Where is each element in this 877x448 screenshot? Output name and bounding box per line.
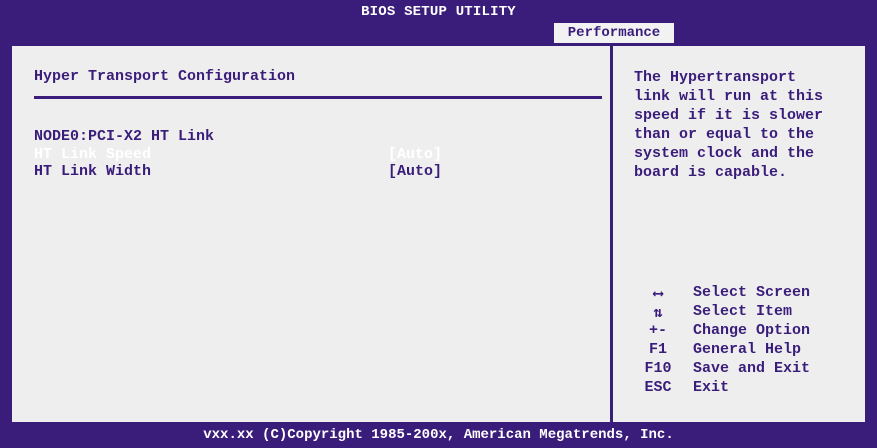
setting-value[interactable]: [Auto] (388, 146, 442, 163)
copyright-footer: vxx.xx (C)Copyright 1985-200x, American … (203, 427, 674, 443)
setting-ht-link-width[interactable]: HT Link Width [Auto] (34, 163, 594, 181)
key-description: Select Item (693, 303, 793, 320)
key-row-exit: ESC Exit (637, 379, 867, 398)
key-label: +- (648, 322, 667, 339)
left-right-arrow-icon: ⟷ (653, 286, 663, 303)
key-row-save-exit: F10 Save and Exit (637, 360, 867, 379)
bios-title: BIOS SETUP UTILITY (361, 4, 516, 20)
key-row-change-option: +- Change Option (637, 322, 867, 341)
key-label: F10 (644, 360, 672, 377)
up-down-arrow-icon: ⇅ (653, 305, 663, 322)
key-description: Select Screen (693, 284, 811, 301)
key-row-select-item: ⇅ Select Item (637, 303, 867, 322)
key-row-general-help: F1 General Help (637, 341, 867, 360)
key-label: F1 (648, 341, 667, 358)
pane-divider (610, 46, 613, 422)
key-label: ESC (644, 379, 672, 396)
key-legend: ⟷ Select Screen ⇅ Select Item +- Change … (637, 284, 867, 398)
node-label: NODE0:PCI-X2 HT Link (34, 128, 215, 145)
setting-label: HT Link Width (34, 163, 152, 180)
section-title: Hyper Transport Configuration (34, 68, 296, 85)
main-frame: Hyper Transport Configuration NODE0:PCI-… (10, 44, 867, 424)
key-row-select-screen: ⟷ Select Screen (637, 284, 867, 303)
key-description: Save and Exit (693, 360, 811, 377)
section-divider (34, 96, 602, 99)
key-description: General Help (693, 341, 802, 358)
setting-label: HT Link Speed (34, 146, 152, 163)
setting-value[interactable]: [Auto] (388, 163, 442, 180)
left-pane: Hyper Transport Configuration NODE0:PCI-… (12, 46, 610, 422)
key-description: Change Option (693, 322, 811, 339)
key-description: Exit (693, 379, 730, 396)
help-text: The Hypertransport link will run at this… (634, 69, 824, 181)
setting-ht-link-speed[interactable]: HT Link Speed [Auto] (34, 146, 594, 164)
tab-performance[interactable]: Performance (553, 22, 675, 44)
